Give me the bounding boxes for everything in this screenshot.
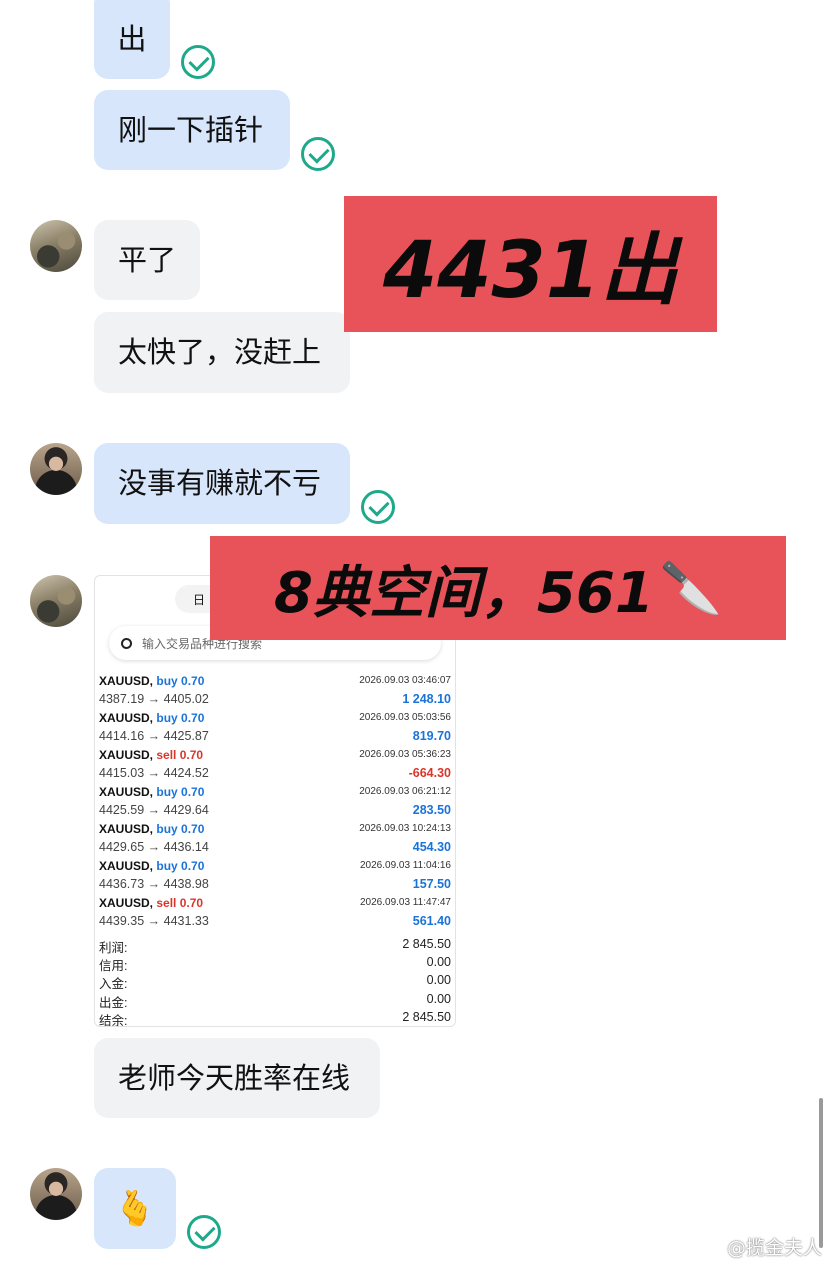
trade-row[interactable]: XAUUSD, buy 0.70 2026.09.03 06:21:12 4425.… bbox=[99, 785, 451, 822]
message-text: 太快了，没赶上 bbox=[118, 335, 322, 369]
trade-direction: buy 0.70 bbox=[156, 859, 205, 873]
message-bubble-out[interactable]: 没事有赚就不亏 bbox=[94, 443, 350, 524]
read-check-icon bbox=[187, 1215, 221, 1249]
trade-prices: 4439.35 → 4431.33 bbox=[99, 914, 209, 928]
trade-prices: 4415.03 → 4424.52 bbox=[99, 766, 209, 780]
trade-time: 2026.09.03 10:24:13 bbox=[359, 823, 451, 834]
trade-profit: -664.30 bbox=[408, 766, 451, 780]
trade-profit: 157.50 bbox=[412, 877, 451, 891]
summary-value: 2 845.50 bbox=[402, 1009, 451, 1024]
overlay-banner-exit-price: 4431出 bbox=[344, 196, 717, 332]
message-bubble-in[interactable]: 太快了，没赶上 bbox=[94, 312, 350, 393]
trade-profit: 1 248.10 bbox=[402, 692, 451, 706]
avatar[interactable] bbox=[30, 575, 82, 627]
summary-row: 利润: 2 845.50 bbox=[99, 937, 451, 955]
message-bubble-out[interactable]: 🫰 bbox=[94, 1168, 176, 1249]
message-bubble-out[interactable]: 出 bbox=[94, 0, 170, 79]
trade-direction: sell 0.70 bbox=[156, 896, 204, 910]
summary-label: 结余: bbox=[99, 1013, 128, 1027]
read-check-icon bbox=[361, 490, 395, 524]
message-bubble-out[interactable]: 刚一下插针 bbox=[94, 90, 290, 170]
trade-row[interactable]: XAUUSD, sell 0.70 2026.09.03 05:36:23 4415… bbox=[99, 748, 451, 785]
trade-symbol: XAUUSD, buy 0.70 bbox=[99, 785, 205, 799]
trade-time: 2026.09.03 06:21:12 bbox=[359, 786, 451, 797]
trade-direction: buy 0.70 bbox=[156, 674, 205, 688]
trade-row[interactable]: XAUUSD, buy 0.70 2026.09.03 03:46:07 4387.… bbox=[99, 674, 451, 711]
message-text: 没事有赚就不亏 bbox=[118, 466, 322, 500]
trade-symbol: XAUUSD, sell 0.70 bbox=[99, 896, 204, 910]
knife-icon: 🔪 bbox=[659, 558, 723, 617]
trade-symbol: XAUUSD, buy 0.70 bbox=[99, 674, 205, 688]
search-icon bbox=[121, 637, 132, 649]
summary-row: 入金: 0.00 bbox=[99, 973, 451, 991]
trade-prices: 4429.65 → 4436.14 bbox=[99, 840, 209, 854]
summary-row: 结余: 2 845.50 bbox=[99, 1009, 451, 1027]
watermark: @揽金夫人 bbox=[726, 1237, 822, 1259]
trade-time: 2026.09.03 11:47:47 bbox=[359, 897, 451, 908]
trade-time: 2026.09.03 05:03:56 bbox=[359, 712, 451, 723]
trade-symbol: XAUUSD, buy 0.70 bbox=[99, 859, 205, 873]
summary-label: 出金: bbox=[99, 995, 128, 1010]
trade-prices: 4414.16 → 4425.87 bbox=[99, 729, 209, 743]
summary-row: 信用: 0.00 bbox=[99, 955, 451, 973]
trade-history-screenshot[interactable]: 日 输入交易品种进行搜索 XAUUSD, buy 0.70 2026.09.03 … bbox=[94, 575, 456, 1027]
summary-value: 2 845.50 bbox=[402, 937, 451, 951]
trade-row[interactable]: XAUUSD, buy 0.70 2026.09.03 05:03:56 4414.… bbox=[99, 711, 451, 748]
summary-label: 入金: bbox=[99, 977, 128, 992]
trade-profit: 561.40 bbox=[412, 914, 451, 928]
summary-value: 0.00 bbox=[426, 991, 451, 1006]
trade-symbol: XAUUSD, buy 0.70 bbox=[99, 822, 205, 836]
summary-label: 信用: bbox=[99, 959, 128, 974]
trade-symbol: XAUUSD, sell 0.70 bbox=[99, 748, 204, 762]
summary-row: 出金: 0.00 bbox=[99, 992, 451, 1010]
trade-row[interactable]: XAUUSD, buy 0.70 2026.09.03 10:24:13 4429.… bbox=[99, 822, 451, 859]
avatar[interactable] bbox=[30, 220, 82, 272]
scrollbar[interactable] bbox=[819, 1098, 823, 1248]
trade-row[interactable]: XAUUSD, sell 0.70 2026.09.03 11:47:47 4439… bbox=[99, 896, 451, 933]
finger-heart-icon: 🫰 bbox=[113, 1188, 157, 1229]
read-check-icon bbox=[301, 137, 335, 171]
message-bubble-in[interactable]: 平了 bbox=[94, 220, 200, 300]
summary-value: 0.00 bbox=[426, 955, 451, 970]
trade-direction: sell 0.70 bbox=[156, 748, 204, 762]
message-bubble-in[interactable]: 老师今天胜率在线 bbox=[94, 1038, 380, 1118]
trade-symbol: XAUUSD, buy 0.70 bbox=[99, 711, 205, 725]
trade-direction: buy 0.70 bbox=[156, 785, 205, 799]
summary-label: 利润: bbox=[99, 941, 128, 955]
trade-time: 2026.09.03 05:36:23 bbox=[359, 749, 451, 760]
summary-value: 0.00 bbox=[426, 973, 451, 988]
trade-time: 2026.09.03 03:46:07 bbox=[359, 675, 451, 686]
overlay-banner-summary: 8典空间，561 🔪 bbox=[210, 536, 786, 640]
trade-prices: 4436.73 → 4438.98 bbox=[99, 877, 209, 891]
trade-direction: buy 0.70 bbox=[156, 822, 205, 836]
trade-direction: buy 0.70 bbox=[156, 711, 205, 725]
trade-profit: 283.50 bbox=[412, 803, 451, 817]
avatar[interactable] bbox=[30, 443, 82, 495]
trade-prices: 4425.59 → 4429.64 bbox=[99, 803, 209, 817]
trade-prices: 4387.19 → 4405.02 bbox=[99, 692, 209, 706]
message-text: 老师今天胜率在线 bbox=[118, 1060, 351, 1095]
message-text: 刚一下插针 bbox=[118, 112, 264, 147]
message-text: 出 bbox=[117, 22, 147, 56]
trade-profit: 819.70 bbox=[412, 729, 451, 743]
trade-profit: 454.30 bbox=[412, 840, 451, 854]
avatar[interactable] bbox=[30, 1168, 82, 1220]
read-check-icon bbox=[181, 45, 215, 79]
trade-row[interactable]: XAUUSD, buy 0.70 2026.09.03 11:04:16 4436.… bbox=[99, 859, 451, 896]
trade-time: 2026.09.03 11:04:16 bbox=[359, 860, 451, 871]
message-text: 平了 bbox=[118, 242, 177, 277]
